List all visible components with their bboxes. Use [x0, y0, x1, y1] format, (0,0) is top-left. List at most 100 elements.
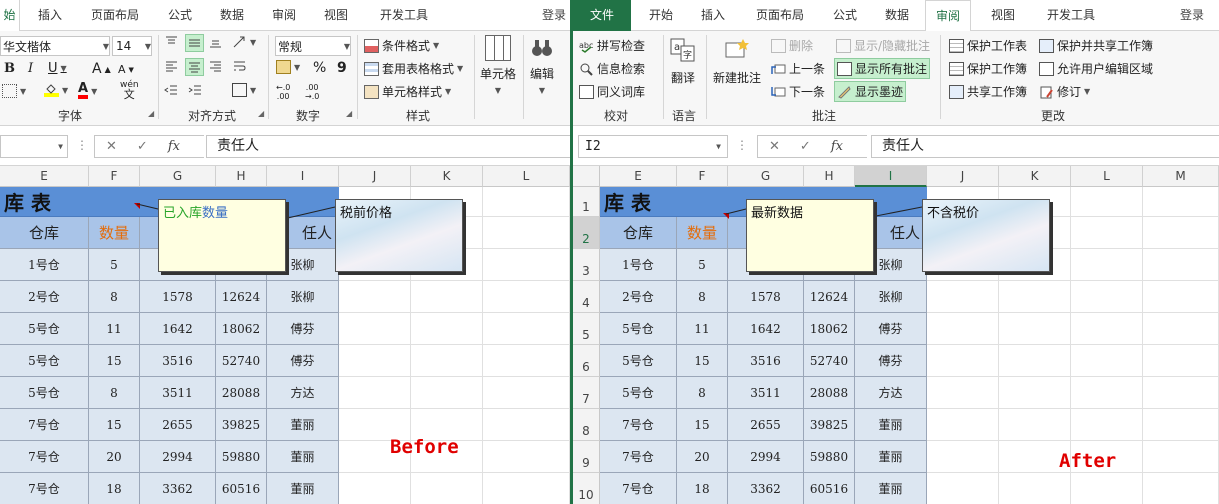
italic-button[interactable]: I: [28, 61, 33, 76]
cancel-icon[interactable]: ✕: [106, 139, 117, 154]
protect-workbook-button[interactable]: 保护工作簿: [949, 60, 1027, 77]
align-bottom-button[interactable]: [208, 35, 223, 49]
previous-comment-button[interactable]: 上一条: [771, 60, 825, 77]
column-header-j[interactable]: J: [927, 166, 999, 187]
tab-review[interactable]: 审阅: [262, 0, 306, 31]
table-cell[interactable]: 8: [89, 281, 140, 313]
table-cell[interactable]: 7号仓: [0, 409, 89, 441]
table-cell[interactable]: 方达: [267, 377, 339, 409]
table-cell[interactable]: 傅芬: [855, 345, 927, 377]
row-header-9[interactable]: 9: [573, 441, 600, 473]
allow-edit-ranges-button[interactable]: 允许用户编辑区域: [1039, 60, 1153, 77]
bold-button[interactable]: B: [4, 61, 15, 76]
table-cell[interactable]: 7号仓: [0, 441, 89, 473]
wrap-text-button[interactable]: [232, 59, 247, 73]
table-cell[interactable]: 12624: [216, 281, 267, 313]
table-cell[interactable]: 5: [677, 249, 728, 281]
table-cell[interactable]: 5: [89, 249, 140, 281]
table-cell[interactable]: 39825: [804, 409, 855, 441]
dialog-launcher-icon[interactable]: ◢: [346, 109, 352, 118]
tab-home[interactable]: 始: [0, 0, 20, 31]
align-center-button[interactable]: [185, 58, 204, 76]
table-cell[interactable]: 15: [677, 345, 728, 377]
tab-page-layout[interactable]: 页面布局: [80, 0, 150, 31]
table-cell[interactable]: 董丽: [855, 473, 927, 504]
table-cell[interactable]: 张柳: [267, 281, 339, 313]
column-header-i[interactable]: I: [855, 166, 927, 187]
header-warehouse[interactable]: 仓库: [0, 217, 89, 249]
row-header-10[interactable]: 10: [573, 473, 600, 504]
login-link[interactable]: 登录: [542, 0, 566, 31]
row-header-2[interactable]: 2: [573, 217, 600, 249]
table-cell[interactable]: 3362: [140, 473, 216, 504]
phonetic-button[interactable]: wén 文: [120, 81, 139, 101]
dialog-launcher-icon[interactable]: ◢: [258, 109, 264, 118]
table-cell[interactable]: 3516: [728, 345, 804, 377]
conditional-format-button[interactable]: 条件格式 ▼: [364, 37, 439, 54]
table-cell[interactable]: 5号仓: [600, 345, 677, 377]
table-cell[interactable]: 5号仓: [600, 377, 677, 409]
table-cell[interactable]: 董丽: [267, 473, 339, 504]
table-cell[interactable]: 傅芬: [855, 313, 927, 345]
increase-indent-button[interactable]: [188, 83, 203, 97]
table-cell[interactable]: 2655: [728, 409, 804, 441]
column-header-k[interactable]: K: [999, 166, 1071, 187]
table-cell[interactable]: 1578: [728, 281, 804, 313]
table-cell[interactable]: 1642: [140, 313, 216, 345]
table-cell[interactable]: 7号仓: [600, 441, 677, 473]
select-all-corner[interactable]: [573, 166, 600, 187]
table-cell[interactable]: 7号仓: [600, 473, 677, 504]
protect-share-button[interactable]: 保护并共享工作簿: [1039, 37, 1153, 54]
cells-button[interactable]: 单元格 ▼: [480, 35, 516, 95]
table-cell[interactable]: 60516: [804, 473, 855, 504]
table-cell[interactable]: 2994: [728, 441, 804, 473]
translate-button[interactable]: a 字翻译: [669, 37, 697, 86]
align-top-button[interactable]: [164, 35, 179, 49]
check-icon[interactable]: ✓: [137, 139, 148, 154]
comment-box-price[interactable]: 税前价格: [335, 199, 463, 272]
format-as-table-button[interactable]: 套用表格格式 ▼: [364, 60, 463, 77]
table-cell[interactable]: 2655: [140, 409, 216, 441]
tab-data[interactable]: 数据: [210, 0, 254, 31]
table-cell[interactable]: 3362: [728, 473, 804, 504]
table-cell[interactable]: 1号仓: [0, 249, 89, 281]
table-cell[interactable]: 傅芬: [267, 345, 339, 377]
tab-formulas[interactable]: 公式: [158, 0, 202, 31]
header-quantity[interactable]: 数量: [89, 217, 140, 249]
table-cell[interactable]: 28088: [216, 377, 267, 409]
table-cell[interactable]: 1号仓: [600, 249, 677, 281]
tab-developer[interactable]: 开发工具: [366, 0, 442, 31]
comma-style-button[interactable]: 9: [337, 60, 347, 76]
column-header-i[interactable]: I: [267, 166, 339, 187]
row-header-4[interactable]: 4: [573, 281, 600, 313]
tab-home[interactable]: 开始: [639, 0, 683, 31]
column-header-l[interactable]: L: [483, 166, 570, 187]
fill-color-button[interactable]: ▼: [44, 83, 68, 97]
show-all-comments-button[interactable]: 显示所有批注: [834, 58, 931, 79]
table-cell[interactable]: 59880: [804, 441, 855, 473]
formula-input[interactable]: 责任人: [206, 135, 570, 158]
table-cell[interactable]: 5号仓: [600, 313, 677, 345]
table-cell[interactable]: 7号仓: [600, 409, 677, 441]
protect-sheet-button[interactable]: 保护工作表: [949, 37, 1027, 54]
tab-file[interactable]: 文件: [573, 0, 631, 31]
show-hide-comment-button[interactable]: 显示/隐藏批注: [836, 37, 930, 54]
table-cell[interactable]: 5号仓: [0, 345, 89, 377]
underline-button[interactable]: U ▼: [48, 61, 67, 76]
table-cell[interactable]: 董丽: [267, 441, 339, 473]
table-cell[interactable]: 20: [89, 441, 140, 473]
column-header-g[interactable]: G: [728, 166, 804, 187]
table-cell[interactable]: 18062: [804, 313, 855, 345]
table-cell[interactable]: 2994: [140, 441, 216, 473]
decrease-indent-button[interactable]: [164, 83, 179, 97]
header-quantity[interactable]: 数量: [677, 217, 728, 249]
table-cell[interactable]: 60516: [216, 473, 267, 504]
column-header-e[interactable]: E: [600, 166, 677, 187]
column-header-f[interactable]: F: [89, 166, 140, 187]
table-cell[interactable]: 59880: [216, 441, 267, 473]
new-comment-button[interactable]: 新建批注: [713, 37, 761, 86]
table-cell[interactable]: 12624: [804, 281, 855, 313]
comment-box-quantity[interactable]: 已入库数量: [158, 199, 286, 272]
table-cell[interactable]: 董丽: [855, 409, 927, 441]
column-header-h[interactable]: H: [804, 166, 855, 187]
